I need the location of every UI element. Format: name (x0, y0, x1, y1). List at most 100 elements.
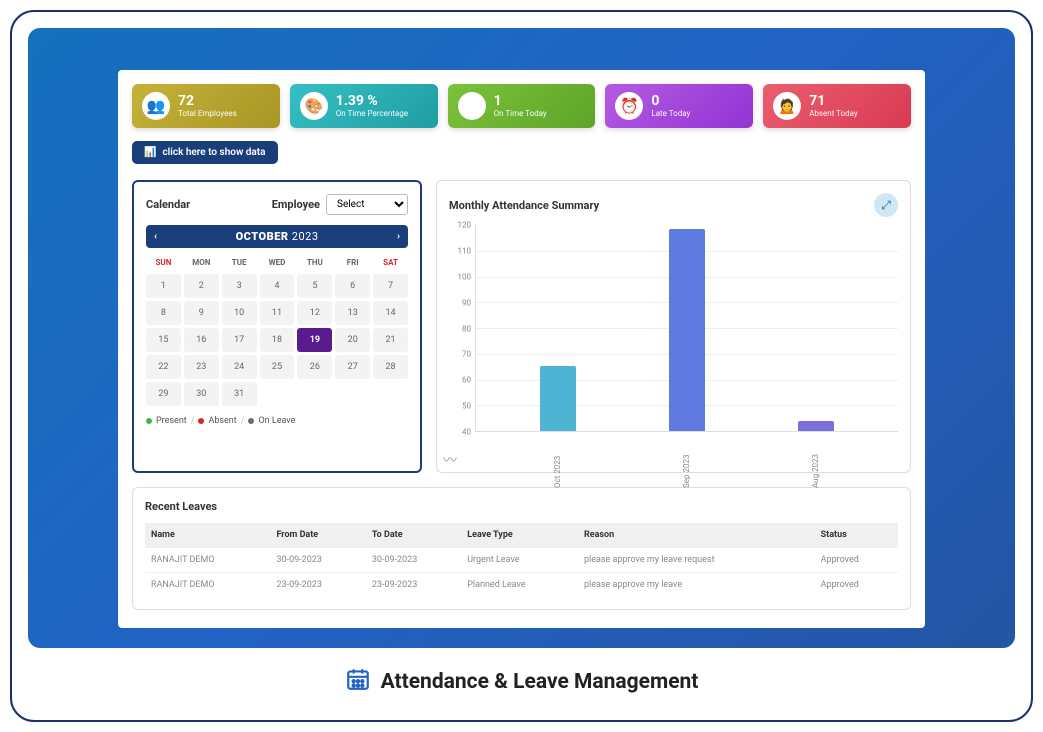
calendar-day[interactable]: 20 (335, 328, 370, 352)
day-header: WED (260, 254, 295, 271)
calendar-day[interactable]: 18 (260, 328, 295, 352)
calendar-day[interactable]: 24 (222, 355, 257, 379)
chart-bars (476, 225, 898, 431)
table-cell: 30-09-2023 (366, 548, 461, 573)
table-col: From Date (270, 523, 365, 548)
day-header: TUE (222, 254, 257, 271)
calendar-day[interactable]: 8 (146, 301, 181, 325)
stat-label: Late Today (651, 109, 690, 118)
footer-title: Attendance & Leave Management (381, 670, 699, 694)
chart-plot (475, 225, 898, 432)
calendar-grid: SUNMONTUEWEDTHUFRISAT1234567891011121314… (146, 254, 408, 406)
stat-label: Absent Today (809, 109, 857, 118)
employee-label: Employee (272, 198, 320, 211)
employee-select[interactable]: Select (326, 194, 408, 215)
calendar-day[interactable]: 7 (373, 274, 408, 298)
y-tick: 70 (462, 350, 471, 359)
show-data-label: click here to show data (162, 147, 265, 158)
stat-icon: 🙍 (773, 92, 801, 120)
stat-label: On Time Today (494, 109, 547, 118)
x-label: Sep 2023 (682, 438, 691, 488)
stat-card-0: 👥 72 Total Employees (132, 84, 280, 128)
stat-card-2: ⏱ 1 On Time Today (448, 84, 596, 128)
calendar-next-button[interactable]: › (397, 231, 400, 242)
chart-bar[interactable] (669, 229, 705, 431)
legend-dot (248, 418, 254, 424)
calendar-day[interactable]: 10 (222, 301, 257, 325)
calendar-day[interactable]: 6 (335, 274, 370, 298)
calendar-day[interactable]: 11 (260, 301, 295, 325)
chart-wave-icon: 〰 (443, 450, 457, 470)
calendar-day[interactable]: 19 (297, 328, 332, 352)
y-tick: 110 (458, 246, 472, 255)
calendar-day[interactable]: 4 (260, 274, 295, 298)
stat-icon: 🎨 (300, 92, 328, 120)
calendar-day[interactable]: 9 (184, 301, 219, 325)
calendar-day[interactable]: 21 (373, 328, 408, 352)
calendar-day[interactable]: 23 (184, 355, 219, 379)
table-cell: please approve my leave request (578, 548, 815, 573)
calendar-day[interactable]: 17 (222, 328, 257, 352)
calendar-day[interactable]: 27 (335, 355, 370, 379)
table-cell: Approved (815, 573, 898, 598)
y-tick: 60 (462, 376, 471, 385)
table-cell: 30-09-2023 (270, 548, 365, 573)
day-header: MON (184, 254, 219, 271)
calendar-day[interactable]: 16 (184, 328, 219, 352)
expand-icon[interactable]: ⤢ (874, 193, 898, 217)
legend-dot (198, 418, 204, 424)
stat-label: Total Employees (178, 109, 237, 118)
table-cell: Planned Leave (461, 573, 578, 598)
calendar-day[interactable]: 14 (373, 301, 408, 325)
calendar-day[interactable]: 2 (184, 274, 219, 298)
calendar-day[interactable]: 29 (146, 382, 181, 406)
table-head: NameFrom DateTo DateLeave TypeReasonStat… (145, 523, 898, 548)
chart-xaxis: Oct 2023Sep 2023Aug 2023 (475, 432, 898, 488)
calendar-day[interactable]: 1 (146, 274, 181, 298)
dashboard: 👥 72 Total Employees 🎨 1.39 % On Time Pe… (118, 70, 925, 628)
table-cell: Urgent Leave (461, 548, 578, 573)
table-cell: 23-09-2023 (270, 573, 365, 598)
stat-value: 1 (494, 94, 547, 109)
calendar-day[interactable]: 28 (373, 355, 408, 379)
calendar-day[interactable]: 13 (335, 301, 370, 325)
calendar-day[interactable]: 30 (184, 382, 219, 406)
calendar-day[interactable]: 25 (260, 355, 295, 379)
day-header: FRI (335, 254, 370, 271)
table-cell: please approve my leave (578, 573, 815, 598)
calendar-day[interactable]: 22 (146, 355, 181, 379)
calendar-day[interactable]: 12 (297, 301, 332, 325)
day-header: SAT (373, 254, 408, 271)
chart-bar[interactable] (798, 421, 834, 431)
calendar-title: Calendar (146, 198, 190, 211)
y-tick: 100 (458, 272, 472, 281)
table-row[interactable]: RANAJIT DEMO23-09-202323-09-2023Planned … (145, 573, 898, 598)
calendar-day[interactable]: 3 (222, 274, 257, 298)
chart-area: 120110100908070605040 Oct 2023Sep 2023Au… (449, 225, 898, 460)
chart-bar[interactable] (540, 366, 576, 431)
y-tick: 50 (462, 402, 471, 411)
y-tick: 90 (462, 298, 471, 307)
show-data-button[interactable]: 📊 click here to show data (132, 141, 278, 164)
calendar-day[interactable]: 15 (146, 328, 181, 352)
stat-icon: ⏰ (615, 92, 643, 120)
stat-card-4: 🙍 71 Absent Today (763, 84, 911, 128)
calendar-day[interactable]: 5 (297, 274, 332, 298)
table-cell: RANAJIT DEMO (145, 573, 270, 598)
table-row[interactable]: RANAJIT DEMO30-09-202330-09-2023Urgent L… (145, 548, 898, 573)
calendar-day[interactable]: 26 (297, 355, 332, 379)
calendar-day[interactable]: 31 (222, 382, 257, 406)
legend-label: On Leave (258, 416, 295, 426)
calendar-panel: Calendar Employee Select ‹ OCTOBER 2023 (132, 180, 422, 473)
chart-panel: Monthly Attendance Summary ⤢ 12011010090… (436, 180, 911, 473)
outer-frame: 👥 72 Total Employees 🎨 1.39 % On Time Pe… (10, 10, 1033, 722)
day-header: THU (297, 254, 332, 271)
table-col: Status (815, 523, 898, 548)
stat-value: 72 (178, 94, 237, 109)
stat-icon: ⏱ (458, 92, 486, 120)
chart-yaxis: 120110100908070605040 (449, 225, 473, 432)
table-col: Reason (578, 523, 815, 548)
day-header: SUN (146, 254, 181, 271)
calendar-legend: Present/Absent/On Leave (146, 416, 408, 426)
calendar-prev-button[interactable]: ‹ (154, 231, 157, 242)
